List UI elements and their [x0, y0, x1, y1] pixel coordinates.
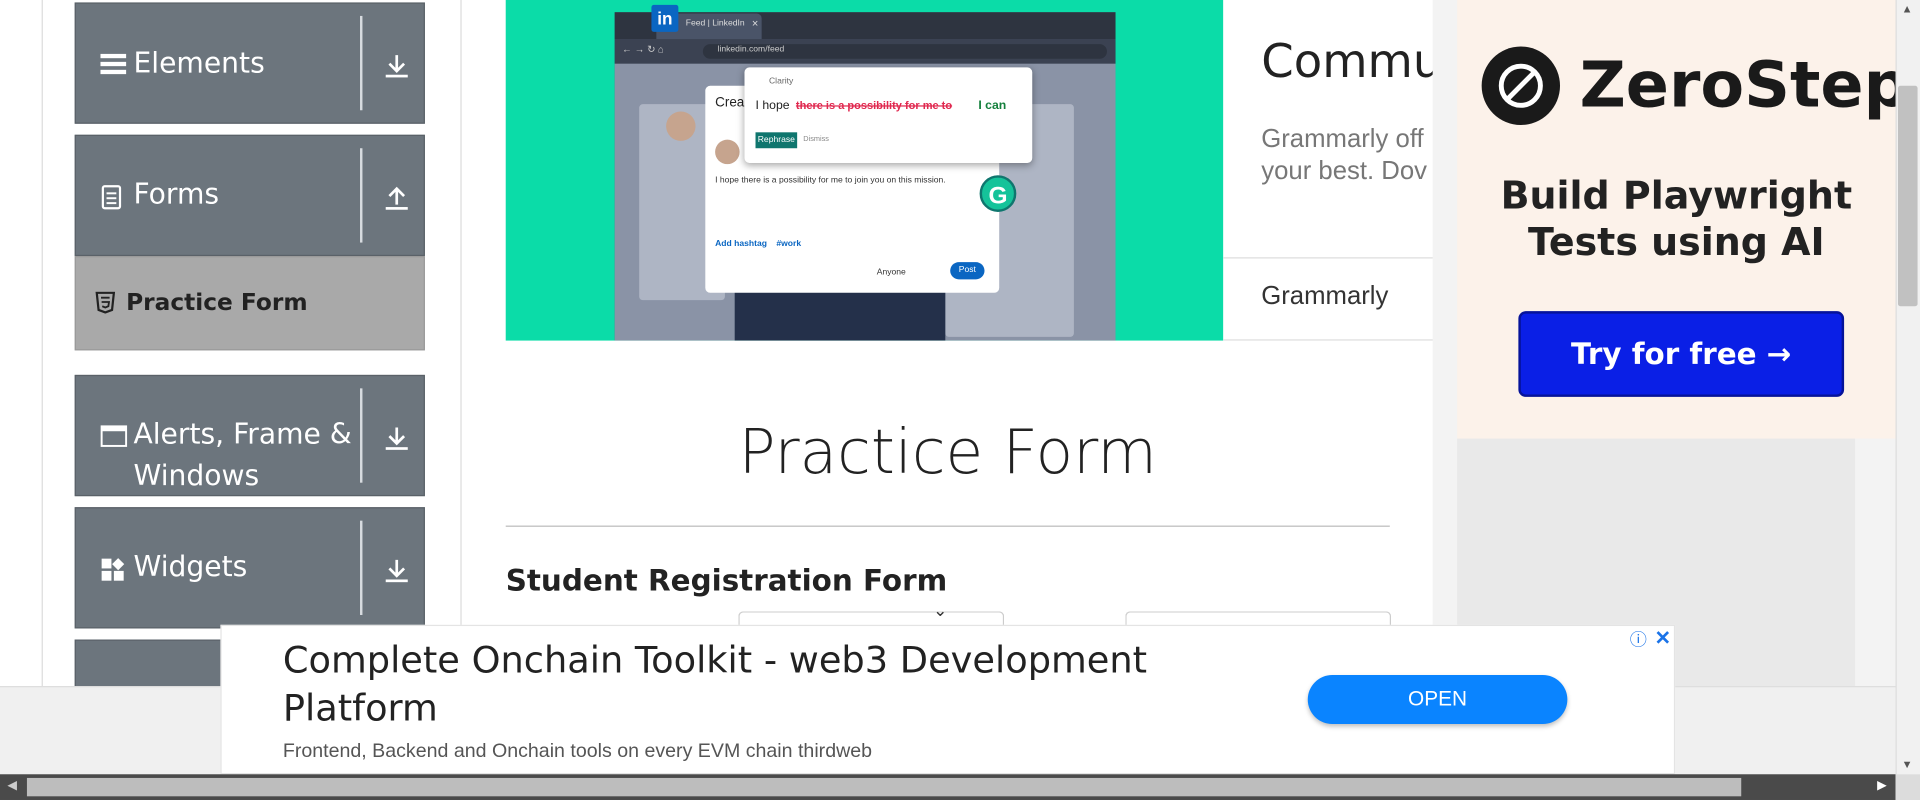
- banner-description: Frontend, Backend and Onchain tools on e…: [282, 741, 873, 763]
- card-divider: [1223, 339, 1469, 341]
- download-arrow-icon[interactable]: [384, 557, 408, 590]
- sidebar-group-alerts[interactable]: Alerts, Frame & Windows: [74, 374, 425, 497]
- zerostep-ad-panel: ZeroStep Build Playwright Tests using AI…: [1457, 0, 1909, 439]
- popup-correct: I can: [978, 99, 1007, 113]
- avatar: [715, 139, 740, 165]
- try-free-button[interactable]: Try for free →: [1518, 311, 1845, 397]
- browser-mock: Feed | LinkedIn × in ← → ↻ ⌂ linkedin.co…: [614, 4, 1116, 341]
- zerostep-ad[interactable]: ZeroStep Build Playwright Tests using AI…: [1432, 0, 1909, 687]
- zerostep-logo-icon: [1481, 46, 1561, 125]
- sidebar-group-elements[interactable]: Elements: [74, 2, 425, 124]
- document-icon: [100, 185, 122, 216]
- sidebar-item-label: Practice Form: [126, 289, 308, 317]
- post-text: I hope there is a possibility for me to …: [715, 176, 946, 185]
- card-desc-line1: Grammarly off: [1261, 124, 1424, 154]
- scroll-down-arrow-icon[interactable]: ▼: [1902, 758, 1913, 770]
- nav-icons: ← → ↻ ⌂: [622, 44, 664, 56]
- dismiss-text: Dismiss: [803, 135, 829, 144]
- download-arrow-icon[interactable]: [384, 425, 408, 458]
- sidebar-group-widgets[interactable]: Widgets: [74, 507, 425, 629]
- vertical-scroll-thumb[interactable]: [1897, 85, 1918, 307]
- page: Elements Forms Practice Form Alerts, Fra…: [0, 0, 1920, 800]
- sidebar-item-practice-form[interactable]: Practice Form: [74, 256, 425, 351]
- post-button: Post: [950, 262, 985, 280]
- dialog-title: Crea: [715, 95, 745, 111]
- sidebar-right-border: [460, 0, 462, 687]
- card-desc-line2: your best. Dov: [1261, 156, 1428, 185]
- linkedin-logo-icon: in: [651, 4, 679, 32]
- sidebar-left-border: [41, 0, 43, 687]
- url-text: linkedin.com/feed: [717, 45, 785, 54]
- banner-title-line2: Platform: [282, 687, 438, 731]
- divider: [360, 15, 363, 111]
- scroll-up-arrow-icon[interactable]: ▲: [1902, 2, 1913, 14]
- html5-icon: [95, 291, 116, 320]
- sidebar-group-label: Widgets: [133, 551, 248, 584]
- ad-close-icon[interactable]: ✕: [1652, 628, 1674, 650]
- title-divider: [505, 525, 1390, 527]
- add-hashtag: Add hashtag: [715, 240, 768, 249]
- sidebar-group-label: Elements: [133, 47, 265, 80]
- download-arrow-icon[interactable]: [384, 53, 408, 86]
- widgets-icon: [100, 557, 125, 588]
- browser-addressbar: ← → ↻ ⌂ linkedin.com/feed: [614, 39, 1116, 64]
- divider: [360, 388, 363, 483]
- divider: [360, 148, 363, 243]
- window-icon: [100, 425, 128, 453]
- sidebar-group-label: Forms: [133, 178, 220, 211]
- tab-close-icon: ×: [751, 17, 759, 30]
- zerostep-logo-text: ZeroStep: [1579, 49, 1910, 123]
- avatar: [666, 111, 696, 141]
- audience: Anyone: [876, 268, 906, 277]
- card-brand: Grammarly: [1261, 281, 1389, 310]
- sidebar-group-label: Alerts, Frame &: [133, 418, 352, 451]
- upload-arrow-icon[interactable]: [384, 185, 408, 218]
- card-divider: [1223, 257, 1469, 259]
- hamburger-icon: [100, 50, 127, 83]
- grammarly-ad-card[interactable]: Commun Grammarly off your best. Dov Gram…: [1223, 0, 1472, 341]
- popup-brand: Clarity: [768, 77, 794, 86]
- ad-image[interactable]: Feed | LinkedIn × in ← → ↻ ⌂ linkedin.co…: [505, 0, 1224, 341]
- hashtag: #work: [776, 240, 802, 249]
- zerostep-headline-line1: Build Playwright: [1500, 173, 1853, 219]
- scroll-right-arrow-icon[interactable]: ▶: [1877, 779, 1886, 792]
- rephrase-button: Rephrase: [755, 132, 798, 149]
- scroll-left-arrow-icon[interactable]: ◀: [7, 779, 16, 792]
- page-title: Practice Form: [738, 416, 1157, 488]
- popup-strike: there is a possibility for me to: [795, 99, 953, 112]
- scrollbar-corner: [1895, 774, 1920, 800]
- tab-title: Feed | LinkedIn: [685, 19, 745, 29]
- horizontal-scroll-thumb[interactable]: [26, 777, 1742, 797]
- form-title: Student Registration Form: [505, 563, 948, 598]
- zerostep-headline-line2: Tests using AI: [1527, 220, 1825, 265]
- sidebar-group-label-line2: Windows: [133, 460, 260, 493]
- divider: [360, 520, 363, 616]
- chevron-down-icon[interactable]: ⌄: [933, 600, 947, 621]
- ad-info-icon[interactable]: ⓘ: [1627, 628, 1649, 650]
- banner-title-line1: Complete Onchain Toolkit - web3 Developm…: [282, 639, 1148, 683]
- open-button[interactable]: OPEN: [1307, 675, 1568, 725]
- grammarly-logo-icon: G: [979, 175, 1017, 212]
- browser-tabbar: Feed | LinkedIn × in: [614, 4, 1116, 40]
- popup-prefix: I hope: [755, 99, 790, 113]
- url-bar: linkedin.com/feed: [702, 44, 1107, 59]
- sidebar-group-forms[interactable]: Forms: [74, 134, 425, 257]
- grammarly-popup: Clarity I hope there is a possibility fo…: [744, 67, 1033, 163]
